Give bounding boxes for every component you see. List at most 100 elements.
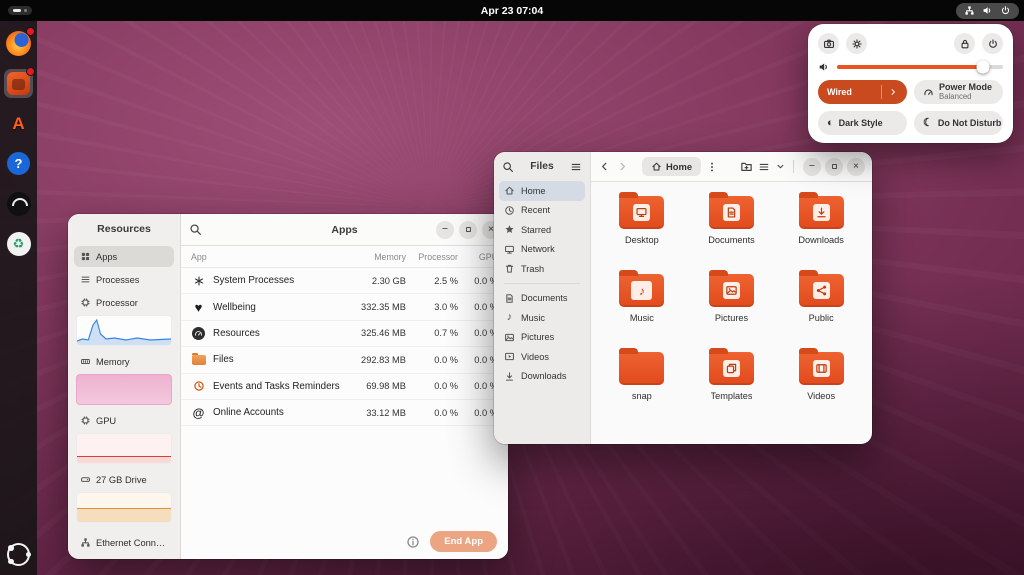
drive-usage-chart[interactable] (76, 492, 172, 523)
volume-slider[interactable] (837, 65, 1003, 69)
dock-item-firefox[interactable] (4, 29, 33, 58)
resources-sidebar: Resources Apps Processes Processor (68, 214, 181, 559)
folder-downloads[interactable]: Downloads (776, 192, 866, 245)
breadcrumb[interactable]: Home (642, 157, 701, 176)
folder-templates[interactable]: Templates (687, 348, 777, 401)
power-button[interactable] (982, 33, 1003, 54)
home-icon (651, 161, 662, 172)
memory-usage-chart[interactable] (76, 374, 172, 405)
table-row[interactable]: Wellbeing 332.35 MB 3.0 % 0.0 % (181, 294, 508, 320)
minimize-button[interactable]: − (436, 221, 454, 239)
resources-window: Resources Apps Processes Processor (68, 214, 508, 559)
folder-pictures[interactable]: Pictures (687, 270, 777, 323)
power-mode-toggle[interactable]: Power Mode Balanced (914, 80, 1003, 104)
sidebar-item-gpu[interactable]: GPU (74, 410, 174, 431)
dock-item-text-editor[interactable]: A (4, 109, 33, 138)
folder-desktop[interactable]: Desktop (597, 192, 687, 245)
back-icon[interactable] (598, 160, 611, 173)
folder-videos[interactable]: Videos (776, 348, 866, 401)
lock-button[interactable] (954, 33, 975, 54)
resources-headerbar: Apps − × (181, 214, 508, 246)
folder-music[interactable]: Music (597, 270, 687, 323)
sidebar-item-processor[interactable]: Processor (74, 292, 174, 313)
sidebar-item-videos[interactable]: Videos (499, 347, 585, 367)
table-row[interactable]: System Processes 2.30 GB 2.5 % 0.0 % (181, 268, 508, 294)
system-tray[interactable] (956, 3, 1019, 19)
table-row[interactable]: Events and Tasks Reminders 69.98 MB 0.0 … (181, 374, 508, 400)
gpu-usage-chart[interactable] (76, 433, 172, 464)
maximize-button[interactable] (459, 221, 477, 239)
folder-icon (799, 196, 844, 229)
sidebar-item-downloads[interactable]: Downloads (499, 367, 585, 387)
files-headerbar: Home − × (591, 152, 872, 182)
sidebar-item-processes[interactable]: Processes (74, 269, 174, 290)
clock-button[interactable]: Apr 23 07:04 (481, 0, 543, 21)
dark-style-toggle[interactable]: Dark Style (818, 111, 907, 135)
new-folder-icon[interactable] (740, 160, 753, 173)
sidebar-item-starred[interactable]: Starred (499, 220, 585, 240)
apps-table-header: App Memory Processor GPU (181, 246, 508, 268)
files-main: Home − × Desktop (591, 152, 872, 444)
resources-sidebar-list: Apps Processes Processor (68, 244, 180, 559)
music-note-icon (504, 312, 515, 323)
close-button[interactable]: × (847, 158, 865, 176)
maximize-button[interactable] (825, 158, 843, 176)
power-icon (1000, 5, 1011, 16)
end-app-button[interactable]: End App (430, 531, 497, 552)
text-editor-icon: A (12, 114, 24, 134)
folder-documents[interactable]: Documents (687, 192, 777, 245)
sidebar-item-music[interactable]: Music (499, 308, 585, 328)
folder-icon (619, 196, 664, 229)
forward-icon[interactable] (616, 160, 629, 173)
processor-usage-chart[interactable] (76, 315, 172, 346)
volume-knob[interactable] (977, 61, 990, 74)
dnd-toggle[interactable]: Do Not Disturb (914, 111, 1003, 135)
cpu-chip-icon (80, 297, 91, 308)
sidebar-item-network[interactable]: Network (499, 240, 585, 260)
screenshot-button[interactable] (818, 33, 839, 54)
sidebar-item-home[interactable]: Home (499, 181, 585, 201)
files-window-title: Files (530, 161, 553, 172)
table-row[interactable]: Resources 325.46 MB 0.7 % 0.0 % (181, 321, 508, 347)
chevron-right-icon (888, 87, 898, 97)
table-row[interactable]: Online Accounts 33.12 MB 0.0 % 0.0 % (181, 400, 508, 426)
folder-icon (799, 274, 844, 307)
dock-item-show-apps[interactable] (4, 540, 33, 569)
table-row[interactable]: Files 292.83 MB 0.0 % 0.0 % (181, 347, 508, 373)
minimize-button[interactable]: − (803, 158, 821, 176)
download-icon (815, 206, 828, 219)
dock: A ? ♻ (0, 21, 37, 575)
sidebar-item-ethernet[interactable]: Ethernet Connecti… (74, 532, 174, 553)
apps-grid-icon (80, 251, 91, 262)
network-icon (504, 244, 515, 255)
dock-item-app-center[interactable] (4, 69, 33, 98)
resources-gauge-icon (7, 192, 31, 216)
sidebar-item-documents[interactable]: Documents (499, 289, 585, 309)
sidebar-item-memory[interactable]: Memory (74, 351, 174, 372)
sidebar-item-pictures[interactable]: Pictures (499, 328, 585, 348)
sidebar-item-drive[interactable]: 27 GB Drive (74, 469, 174, 490)
activities-indicator[interactable] (8, 6, 32, 15)
sidebar-separator (504, 283, 580, 284)
folder-public[interactable]: Public (776, 270, 866, 323)
dock-item-software-updater[interactable]: ♻ (4, 229, 33, 258)
folder-snap[interactable]: snap (597, 348, 687, 401)
sidebar-item-apps[interactable]: Apps (74, 246, 174, 267)
hamburger-menu-icon[interactable] (570, 161, 582, 173)
wired-toggle[interactable]: Wired (818, 80, 907, 104)
sidebar-item-trash[interactable]: Trash (499, 259, 585, 279)
search-icon[interactable] (189, 223, 202, 236)
settings-button[interactable] (846, 33, 867, 54)
chevron-down-icon[interactable] (775, 161, 786, 172)
list-view-icon[interactable] (758, 161, 770, 173)
help-icon: ? (7, 152, 30, 175)
kebab-menu-icon[interactable] (706, 161, 718, 173)
moon-icon (923, 118, 933, 129)
info-icon[interactable] (406, 535, 420, 549)
resources-footer: End App (181, 531, 508, 552)
dock-item-help[interactable]: ? (4, 149, 33, 178)
sidebar-item-recent[interactable]: Recent (499, 201, 585, 221)
dock-item-resources[interactable] (4, 189, 33, 218)
network-icon (964, 5, 975, 16)
search-icon[interactable] (502, 161, 514, 173)
